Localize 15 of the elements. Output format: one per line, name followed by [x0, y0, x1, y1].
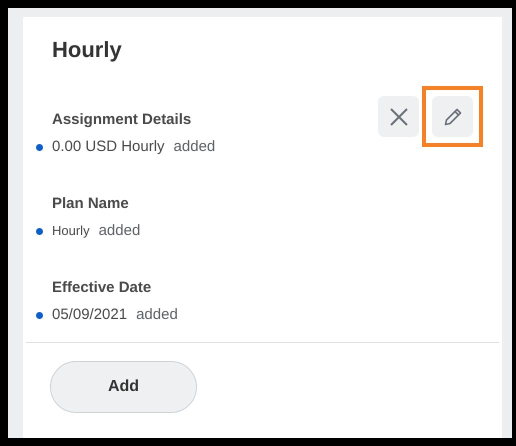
- card-title: Hourly: [52, 36, 122, 64]
- add-button[interactable]: Add: [50, 361, 197, 413]
- field-value: Hourly: [52, 222, 90, 240]
- field-value: 05/09/2021: [52, 305, 128, 325]
- change-status: added: [136, 305, 178, 325]
- remove-button[interactable]: [378, 96, 419, 137]
- field-label: Effective Date: [52, 278, 152, 298]
- change-status: added: [98, 221, 140, 241]
- change-status: added: [174, 137, 216, 157]
- field-value: 0.00 USD Hourly: [52, 137, 165, 157]
- edit-button[interactable]: [432, 96, 473, 137]
- field-label: Assignment Details: [52, 110, 192, 130]
- field-label: Plan Name: [52, 194, 130, 214]
- pencil-icon: [444, 108, 462, 126]
- close-icon: [390, 108, 408, 126]
